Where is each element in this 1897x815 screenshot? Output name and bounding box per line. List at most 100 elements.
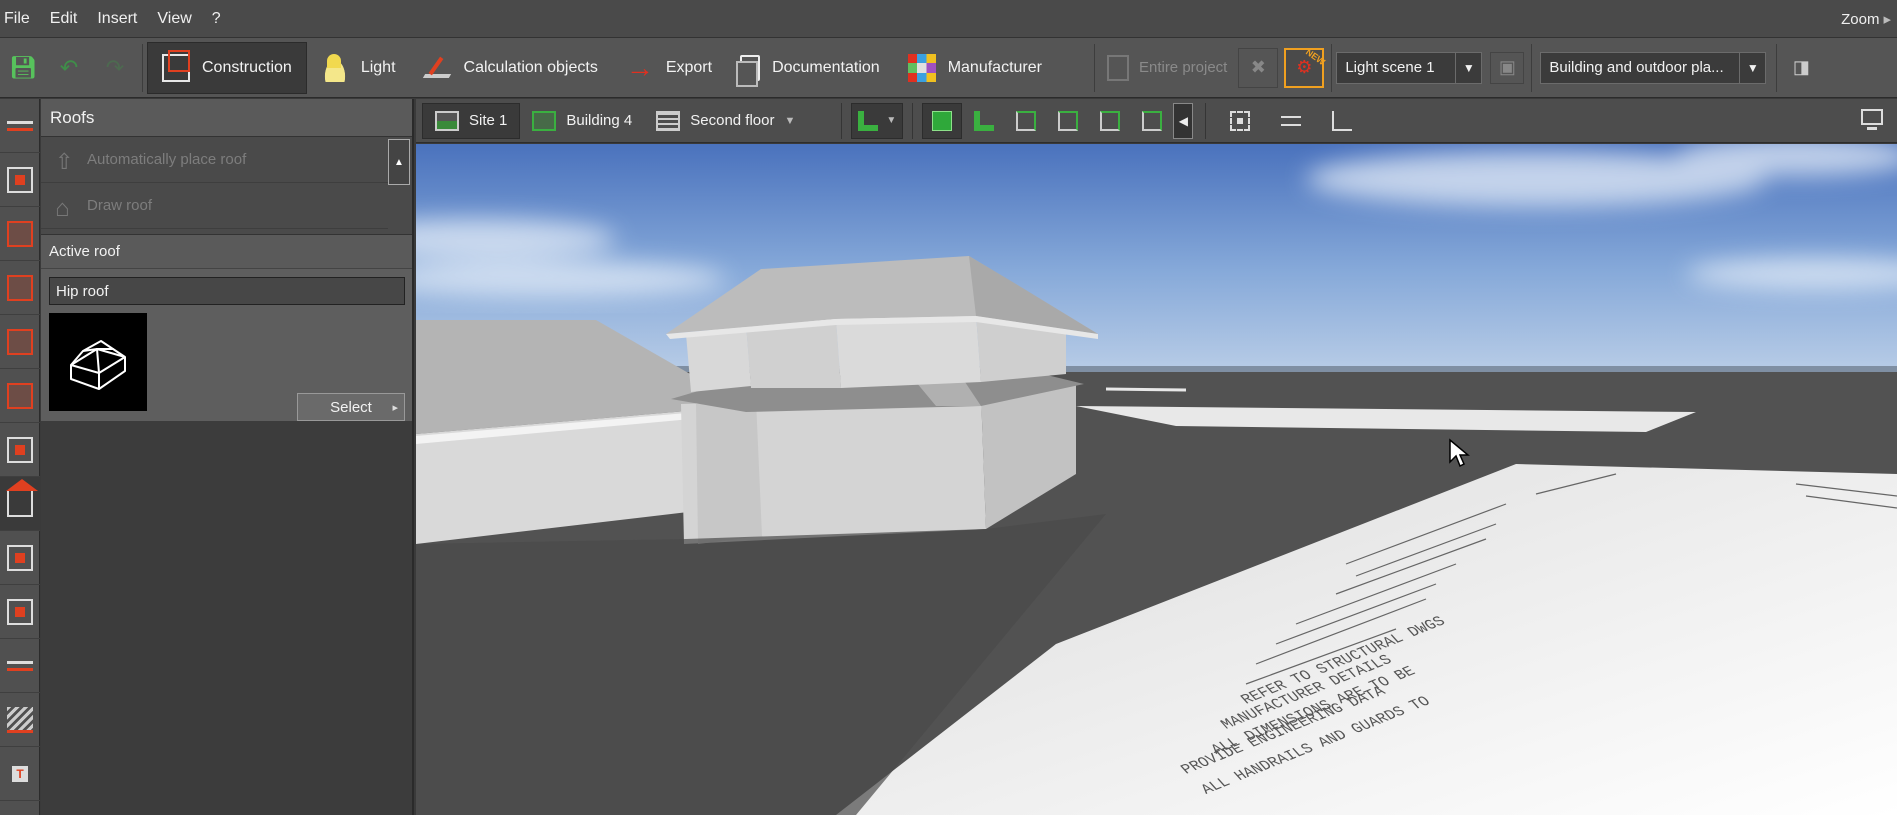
chevron-down-icon: ▼ xyxy=(886,115,897,126)
view-side-button[interactable] xyxy=(1048,103,1088,139)
calculate-icon xyxy=(1106,54,1129,81)
toolbar-divider xyxy=(1776,43,1778,92)
save-button[interactable]: 💾︎ xyxy=(0,44,46,92)
room-icon xyxy=(7,220,33,247)
tool-wall[interactable] xyxy=(0,261,40,315)
menu-view[interactable]: View xyxy=(149,10,203,28)
house-outline-icon xyxy=(55,195,77,217)
furniture-icon xyxy=(7,166,33,193)
view-back-button[interactable] xyxy=(1090,103,1130,139)
tool-room[interactable] xyxy=(0,207,40,261)
tool-pillar[interactable] xyxy=(0,423,40,477)
front-view-icon xyxy=(1016,110,1037,131)
menu-edit[interactable]: Edit xyxy=(42,10,90,28)
snap-mode-button[interactable]: ▼ xyxy=(851,102,904,139)
tool-roof[interactable] xyxy=(0,477,40,531)
documents-icon xyxy=(736,54,761,87)
calculation-plane-icon xyxy=(424,54,452,82)
auto-place-roof-button[interactable]: Automatically place roof xyxy=(41,137,388,183)
select-roof-button[interactable]: Select xyxy=(297,393,405,421)
tab-calculation-objects-label: Calculation objects xyxy=(463,58,598,76)
floor-plan-view-icon xyxy=(974,110,995,131)
site-icon xyxy=(435,110,459,131)
tab-calculation-objects[interactable]: Calculation objects xyxy=(410,42,612,94)
breadcrumb-site[interactable]: Site 1 xyxy=(422,102,521,139)
gear-document-icon: ⚙ xyxy=(1296,57,1313,77)
tab-export-label: Export xyxy=(665,58,713,76)
cancel-icon: ✖ xyxy=(1250,57,1266,77)
entire-project-label: Entire project xyxy=(1138,59,1228,76)
tab-manufacturer[interactable]: Manufacturer xyxy=(894,42,1056,94)
tab-export[interactable]: Export xyxy=(612,42,726,94)
measure-icon xyxy=(1281,115,1302,126)
viewport-toolbar: Site 1 Building 4 Second floor ▼ ▼ ◀ xyxy=(416,99,1897,143)
measure-button[interactable] xyxy=(1271,103,1311,139)
tool-icon-strip: T xyxy=(0,99,40,815)
view-3d-solid-button[interactable] xyxy=(922,102,963,139)
cancel-calculation-button[interactable]: ✖ xyxy=(1238,47,1279,88)
tab-light[interactable]: Light xyxy=(307,42,410,94)
active-roof-name-field[interactable]: Hip roof xyxy=(49,277,405,305)
tool-table[interactable] xyxy=(0,639,40,693)
auto-place-icon xyxy=(55,149,77,171)
redo-button[interactable]: ↷ xyxy=(92,44,138,92)
collapse-views-button[interactable]: ◀ xyxy=(1173,102,1194,139)
light-scene-settings-button[interactable]: ▣ xyxy=(1490,51,1525,84)
ground-element-icon xyxy=(7,120,33,131)
undo-button[interactable]: ↶ xyxy=(46,44,92,92)
toolbar-divider xyxy=(1531,43,1533,92)
ceiling-icon xyxy=(7,544,33,571)
tool-door[interactable] xyxy=(0,315,40,369)
tool-stairs[interactable] xyxy=(0,693,40,747)
view-front-button[interactable] xyxy=(1006,103,1046,139)
tool-opening[interactable] xyxy=(0,585,40,639)
tool-text[interactable]: T xyxy=(0,747,40,801)
tab-construction[interactable]: Construction xyxy=(147,41,307,94)
breadcrumb-floor[interactable]: Second floor ▼ xyxy=(644,103,807,139)
back-view-icon xyxy=(1100,110,1121,131)
monitor-icon[interactable] xyxy=(1861,109,1883,130)
breadcrumb-building-label: Building 4 xyxy=(566,112,633,129)
view-floor-plan-button[interactable] xyxy=(964,103,1004,139)
mouse-cursor-icon xyxy=(1449,438,1470,468)
side-view-icon xyxy=(1058,110,1079,131)
entire-project-button[interactable]: Entire project xyxy=(1099,45,1235,91)
view-other-side-button[interactable] xyxy=(1132,103,1172,139)
breadcrumb-building[interactable]: Building 4 xyxy=(520,103,644,139)
active-roof-box: Hip roof Select xyxy=(41,269,412,421)
3d-scene[interactable]: ALL HANDRAILS AND GUARDS TO PROVIDE ENGI… xyxy=(416,144,1897,815)
toolbar-divider xyxy=(1331,43,1333,92)
tool-ceiling[interactable] xyxy=(0,531,40,585)
tool-floor-plan[interactable] xyxy=(0,369,40,423)
light-scene-dropdown[interactable]: Light scene 1 ▼ xyxy=(1336,51,1483,84)
toolbar-divider xyxy=(1093,43,1095,92)
draw-roof-label: Draw roof xyxy=(87,197,153,214)
zoom-fit-icon xyxy=(1230,110,1251,131)
zoom-button[interactable]: Zoom xyxy=(1841,10,1891,28)
screen-icon: ▣ xyxy=(1498,57,1516,77)
undo-icon: ↶ xyxy=(59,54,79,80)
hip-roof-preview-icon xyxy=(70,340,126,390)
construction-icon xyxy=(162,49,190,82)
3d-viewport[interactable]: ALL HANDRAILS AND GUARDS TO PROVIDE ENGI… xyxy=(416,144,1897,815)
tool-ground-element[interactable] xyxy=(0,99,40,153)
scroll-up-button[interactable]: ▲ xyxy=(388,139,410,185)
more-tools-button[interactable]: ◨ xyxy=(1781,44,1821,92)
chevron-down-icon: ▼ xyxy=(1739,52,1765,83)
menu-insert[interactable]: Insert xyxy=(89,10,149,28)
zoom-fit-button[interactable] xyxy=(1220,103,1260,139)
tab-documentation[interactable]: Documentation xyxy=(726,42,894,94)
chevron-down-icon: ▼ xyxy=(1455,52,1481,83)
new-feature-button[interactable]: ⚙ xyxy=(1284,47,1325,88)
menu-file[interactable]: File xyxy=(0,10,42,28)
stairs-icon xyxy=(7,706,33,733)
draw-roof-button[interactable]: Draw roof xyxy=(41,183,388,229)
lamp-icon xyxy=(320,53,349,82)
snap-icon xyxy=(858,110,879,131)
menu-help[interactable]: ? xyxy=(204,10,233,28)
view-mode-dropdown[interactable]: Building and outdoor pla... ▼ xyxy=(1540,51,1767,84)
tool-furniture[interactable] xyxy=(0,153,40,207)
toolbar-divider xyxy=(841,102,843,139)
save-icon: 💾︎ xyxy=(9,54,37,80)
coordinates-button[interactable] xyxy=(1322,103,1362,139)
